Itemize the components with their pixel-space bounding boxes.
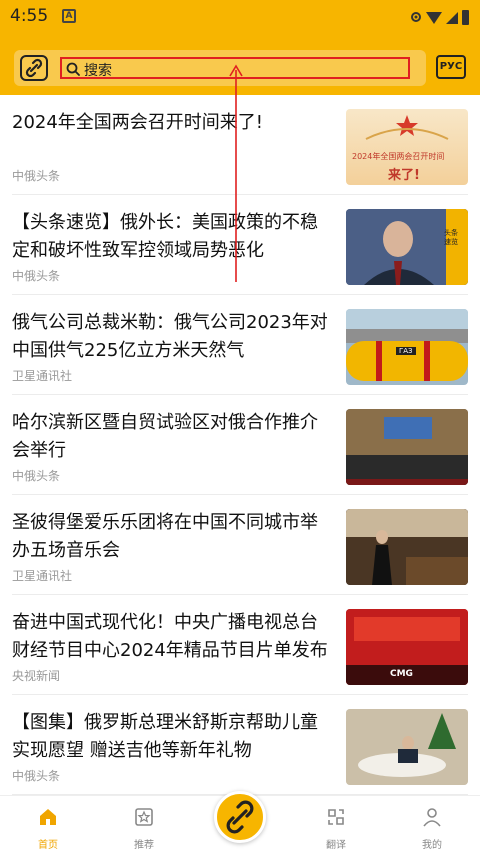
news-source: 央视新闻	[12, 669, 61, 683]
news-item[interactable]: 俄气公司总裁米勒：俄气公司2023年对中国供气225亿立方米天然气 卫星通讯社 …	[0, 295, 480, 395]
portrait-photo	[346, 209, 468, 285]
news-title: 俄气公司总裁米勒：俄气公司2023年对中国供气225亿立方米天然气	[12, 312, 328, 361]
thumbnail-caption: CMG	[390, 669, 413, 679]
annotation-arrow	[229, 64, 243, 282]
search-bar-container: 搜索	[14, 50, 426, 86]
news-item[interactable]: 圣彼得堡爱乐乐团将在中国不同城市举办五场音乐会 卫星通讯社	[0, 495, 480, 595]
thumbnail-caption: 头条速览	[444, 229, 458, 246]
news-thumbnail: ГАЗ	[346, 309, 468, 385]
news-thumbnail	[346, 409, 468, 485]
news-source: 中俄头条	[12, 169, 61, 183]
news-title: 【图集】俄罗斯总理米舒斯京帮助儿童实现愿望 赠送吉他等新年礼物	[12, 712, 318, 761]
news-item[interactable]: 【图集】俄罗斯总理米舒斯京帮助儿童实现愿望 赠送吉他等新年礼物 中俄头条	[0, 695, 480, 795]
search-placeholder: 搜索	[84, 63, 112, 79]
nav-recommend[interactable]: 推荐	[96, 796, 192, 853]
news-thumbnail: CMG	[346, 609, 468, 685]
news-source: 中俄头条	[12, 269, 61, 283]
nav-home[interactable]: 首页	[0, 796, 96, 853]
news-title: 【头条速览】俄外长：美国政策的不稳定和破坏性致军控领域局势恶化	[12, 212, 318, 261]
news-title: 奋进中国式现代化！中央广播电视总台财经节目中心2024年精品节目片单发布	[12, 612, 328, 661]
news-source: 中俄头条	[12, 469, 61, 483]
link-button[interactable]	[20, 55, 48, 81]
news-source: 卫星通讯社	[12, 569, 73, 583]
star-box-icon	[135, 808, 153, 826]
nav-label: 翻译	[326, 840, 346, 851]
thumbnail-caption: ГАЗ	[396, 347, 416, 355]
translate-icon	[328, 809, 344, 825]
nav-label: 推荐	[134, 840, 154, 851]
system-status-icons	[411, 10, 469, 25]
center-link-button[interactable]	[214, 791, 266, 843]
thumbnail-caption-2: 来了!	[388, 168, 420, 183]
news-thumbnail	[346, 709, 468, 785]
nav-profile[interactable]: 我的	[384, 796, 480, 853]
thumbnail-caption: 2024年全国两会召开时间	[352, 152, 445, 161]
dinner-photo	[346, 709, 468, 785]
nav-label: 我的	[422, 840, 442, 851]
news-title: 圣彼得堡爱乐乐团将在中国不同城市举办五场音乐会	[12, 512, 318, 561]
group-photo	[346, 409, 468, 485]
nav-label: 首页	[38, 840, 58, 851]
link-icon	[226, 800, 254, 834]
news-thumbnail: 头条速览	[346, 209, 468, 285]
person-icon	[423, 808, 441, 827]
news-title: 2024年全国两会召开时间来了!	[12, 112, 264, 133]
status-time: 4:55	[10, 6, 49, 26]
nav-translate[interactable]: 翻译	[288, 796, 384, 853]
language-switch-button[interactable]: РУС	[436, 55, 466, 79]
link-icon	[25, 58, 43, 78]
search-icon	[66, 62, 80, 76]
notification-icon: A	[62, 9, 76, 23]
home-icon	[40, 809, 56, 825]
news-source: 中俄头条	[12, 769, 61, 783]
news-source: 卫星通讯社	[12, 369, 73, 383]
news-item[interactable]: 哈尔滨新区暨自贸试验区对俄合作推介会举行 中俄头条	[0, 395, 480, 495]
orchestra-photo	[346, 509, 468, 585]
news-thumbnail: 2024年全国两会召开时间 来了!	[346, 109, 468, 185]
news-thumbnail	[346, 509, 468, 585]
news-item[interactable]: 奋进中国式现代化！中央广播电视总台财经节目中心2024年精品节目片单发布 央视新…	[0, 595, 480, 695]
status-bar: 4:55 A	[0, 0, 480, 34]
news-title: 哈尔滨新区暨自贸试验区对俄合作推介会举行	[12, 412, 318, 461]
